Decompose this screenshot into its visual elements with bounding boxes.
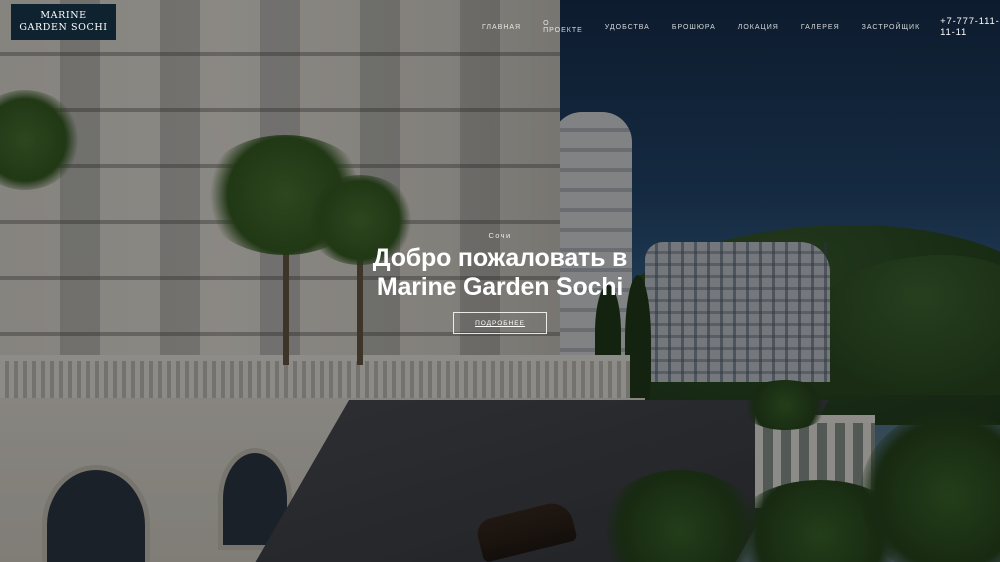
hero-eyebrow: Сочи [488, 231, 512, 240]
nav-link-developer[interactable]: ЗАСТРОЙЩИК [862, 24, 921, 31]
more-button[interactable]: ПОДРОБНЕЕ [453, 312, 547, 334]
site-logo[interactable]: MARINE GARDEN SOCHI [11, 4, 116, 40]
phone-link[interactable]: +7-777-111-11-11 [940, 16, 1000, 38]
nav-link-brochure[interactable]: БРОШЮРА [672, 24, 716, 31]
nav-link-location[interactable]: ЛОКАЦИЯ [738, 24, 779, 31]
main-navigation: ГЛАВНАЯ О ПРОЕКТЕ УДОБСТВА БРОШЮРА ЛОКАЦ… [482, 16, 1000, 38]
hero-section: Сочи Добро пожаловать в Marine Garden So… [300, 231, 700, 334]
hero-title-line2: Marine Garden Sochi [376, 273, 624, 301]
nav-link-amenities[interactable]: УДОБСТВА [605, 24, 650, 31]
nav-link-gallery[interactable]: ГАЛЕРЕЯ [801, 24, 840, 31]
logo-line1: MARINE [40, 10, 87, 21]
nav-link-home[interactable]: ГЛАВНАЯ [482, 24, 521, 31]
nav-link-about[interactable]: О ПРОЕКТЕ [543, 20, 583, 34]
hero-title-line1: Добро пожаловать в [372, 244, 628, 272]
hero-title: Добро пожаловать в Marine Garden Sochi [300, 244, 700, 302]
logo-line2: GARDEN SOCHI [19, 22, 108, 33]
